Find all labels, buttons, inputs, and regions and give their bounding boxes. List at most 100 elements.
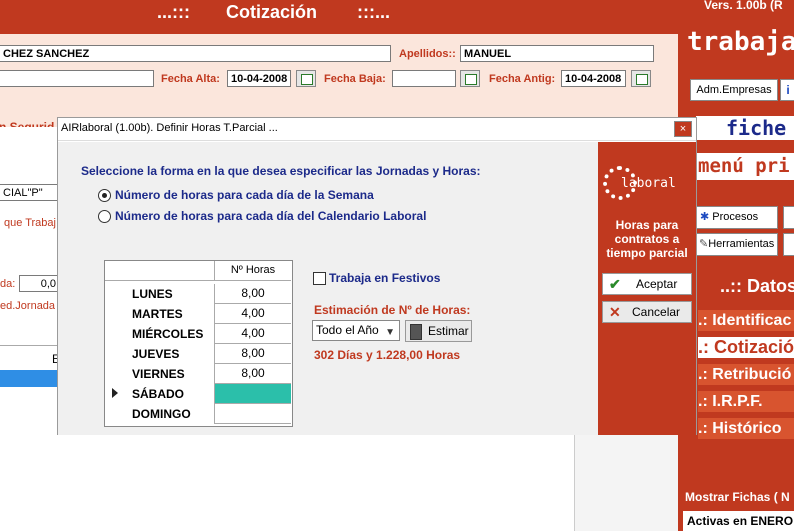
hours-cell[interactable]: 4,00 — [214, 304, 291, 324]
procesos-icon: ✱ — [700, 211, 710, 223]
festivos-checkbox[interactable] — [313, 272, 326, 285]
hours-cell[interactable]: 8,00 — [214, 284, 291, 304]
aceptar-button[interactable]: ✔ Aceptar — [602, 273, 692, 295]
definir-horas-dialog: AIRlaboral (1.00b). Definir Horas T.Parc… — [57, 117, 697, 435]
day-label: MARTES — [132, 307, 183, 321]
day-label: JUEVES — [132, 347, 180, 361]
adm-empresas-button[interactable]: Adm.Empresas — [690, 79, 778, 101]
nav-retribucion[interactable]: .: Retribució — [698, 364, 794, 385]
grid-header-horas: Nº Horas — [214, 261, 291, 281]
dialog-title: AIRlaboral (1.00b). Definir Horas T.Parc… — [61, 122, 278, 134]
cancel-x-icon: ✕ — [609, 304, 621, 320]
fecha-baja-calendar-icon[interactable] — [460, 70, 480, 87]
fecha-antig-field[interactable]: 10-04-2008 — [561, 70, 626, 87]
procesos-button[interactable]: ✱ Procesos — [696, 206, 778, 229]
cancelar-button[interactable]: ✕ Cancelar — [602, 301, 692, 323]
activas-field[interactable]: Activas en ENERO — [683, 511, 794, 531]
top-title-bar: ...::: Cotización :::... — [0, 0, 678, 34]
nav-historico[interactable]: .: Histórico — [698, 418, 794, 439]
herramientas-label: Herramientas — [708, 238, 775, 250]
estimacion-label: Estimación de Nº de Horas: — [314, 303, 471, 317]
fecha-alta-label: Fecha Alta: — [161, 73, 220, 85]
horas-grid: Nº Horas LUNES 8,00 MARTES 4,00 MIÉRCOLES 4… — [104, 260, 293, 427]
option-semana-label[interactable]: Número de horas para cada día de la Sema… — [115, 188, 374, 202]
grid-row[interactable]: MARTES 4,00 — [105, 304, 292, 324]
fecha-alta-calendar-icon[interactable] — [296, 70, 316, 87]
apellidos-field[interactable]: MANUEL — [460, 45, 654, 62]
estimation-result: 302 Días y 1.228,00 Horas — [314, 348, 461, 362]
dialog-title-bar[interactable]: AIRlaboral (1.00b). Definir Horas T.Parc… — [58, 118, 696, 141]
period-select[interactable]: Todo el Año ▼ — [312, 320, 400, 341]
grid-day-header — [132, 261, 214, 281]
da-field[interactable]: 0,0 — [19, 275, 59, 292]
check-icon: ✔ — [609, 276, 621, 292]
nav-identificacion[interactable]: .: Identificac — [698, 310, 794, 331]
period-select-value: Todo el Año — [316, 323, 379, 337]
page-title: Cotización — [226, 2, 318, 22]
fecha-antig-label: Fecha Antig: — [489, 73, 556, 85]
hours-cell[interactable]: 8,00 — [214, 344, 291, 364]
hours-cell[interactable]: 4,00 — [214, 324, 291, 344]
herramientas-button[interactable]: ✎Herramientas — [696, 233, 778, 256]
brand-text: trabaja — [687, 27, 794, 57]
hours-cell-selected[interactable] — [214, 384, 291, 404]
nav-cotizacion[interactable]: .: Cotizació — [698, 337, 794, 358]
row-selector — [105, 404, 132, 424]
selected-row-highlight — [0, 370, 60, 387]
grid-row-selected[interactable]: SÁBADO — [105, 384, 292, 404]
fecha-alta-field[interactable]: 10-04-2008 — [227, 70, 291, 87]
logo-text: laboral — [621, 176, 676, 191]
info-icon[interactable]: i — [780, 79, 794, 101]
row-selector — [105, 364, 132, 384]
laboral-logo: laboral — [603, 162, 695, 204]
que-trabaj-label: que Trabaj — [4, 217, 56, 229]
fiche-text: fiche — [726, 116, 787, 140]
hours-cell[interactable]: 8,00 — [214, 364, 291, 384]
nombre-field[interactable]: CHEZ SANCHEZ — [0, 45, 391, 62]
current-row-arrow-icon — [105, 384, 132, 404]
grid-row[interactable]: DOMINGO — [105, 404, 292, 424]
grid-row[interactable]: LUNES 8,00 — [105, 284, 292, 304]
title-deco-right: :::... — [357, 2, 390, 22]
day-label: VIERNES — [132, 367, 185, 381]
form-header: CHEZ SANCHEZ Apellidos:: MANUEL Fecha Al… — [0, 34, 678, 97]
cancelar-label: Cancelar — [632, 305, 681, 319]
hours-cell[interactable] — [214, 404, 291, 424]
extra-button-2[interactable] — [783, 233, 794, 256]
tools-icon: ✎ — [699, 238, 709, 250]
title-deco-left: ...::: — [157, 2, 190, 22]
apellidos-label: Apellidos:: — [399, 48, 456, 60]
grid-row[interactable]: JUEVES 8,00 — [105, 344, 292, 364]
radio-semana[interactable] — [98, 189, 111, 202]
unknown-field[interactable] — [0, 70, 154, 87]
row-selector — [105, 324, 132, 344]
aceptar-label: Aceptar — [636, 277, 678, 291]
jornada-label: ed.Jornada — [0, 300, 56, 312]
day-label: LUNES — [132, 287, 173, 301]
grid-row[interactable]: VIERNES 8,00 — [105, 364, 292, 384]
grid-header-row: Nº Horas — [105, 261, 292, 281]
estimar-button[interactable]: Estimar — [405, 320, 472, 342]
grid-corner — [105, 261, 132, 281]
dialog-side-panel: laboral Horas para contratos a tiempo pa… — [598, 142, 696, 435]
extra-button[interactable] — [783, 206, 794, 229]
fecha-antig-calendar-icon[interactable] — [631, 70, 651, 87]
day-label: MIÉRCOLES — [132, 327, 204, 341]
version-label: Vers. 1.00b (R — [704, 0, 783, 12]
cial-field[interactable]: CIAL"P" — [0, 184, 59, 201]
menu-principal-text: menú pri — [698, 155, 790, 177]
chevron-down-icon: ▼ — [385, 327, 395, 338]
fecha-baja-label: Fecha Baja: — [324, 73, 386, 85]
instruction-text: Seleccione la forma en la que desea espe… — [81, 164, 481, 178]
grid-row[interactable]: MIÉRCOLES 4,00 — [105, 324, 292, 344]
radio-calendario[interactable] — [98, 210, 111, 223]
dialog-body: Seleccione la forma en la que desea espe… — [58, 142, 598, 435]
fecha-baja-field[interactable] — [392, 70, 456, 87]
row-selector — [105, 344, 132, 364]
close-icon[interactable]: × — [674, 121, 692, 137]
datos-header: ..:: Datos — [720, 276, 794, 296]
option-calendario-label[interactable]: Número de horas para cada día del Calend… — [115, 209, 426, 223]
calculator-icon — [410, 324, 422, 340]
festivos-label[interactable]: Trabaja en Festivos — [329, 271, 440, 285]
nav-irpf[interactable]: .: I.R.P.F. — [698, 391, 794, 412]
